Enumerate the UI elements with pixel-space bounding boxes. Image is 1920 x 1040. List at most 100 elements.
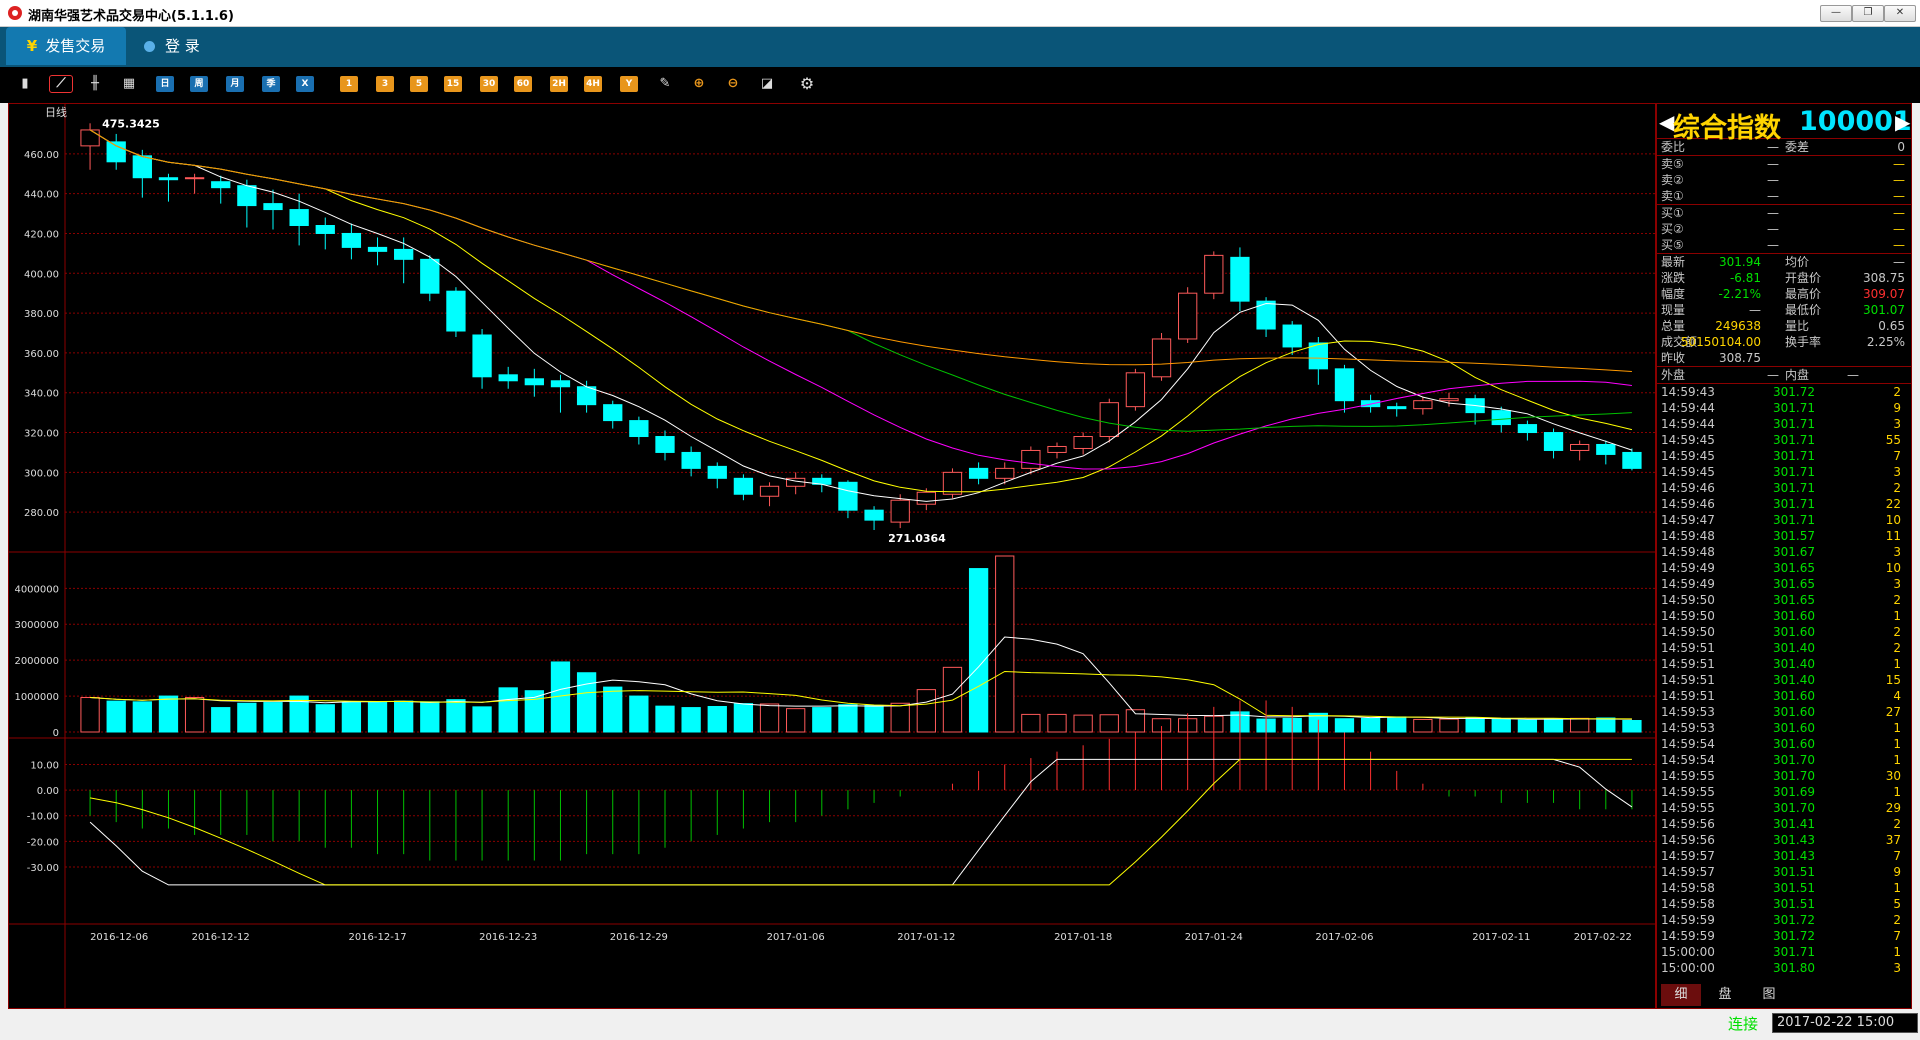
volume-bar [1491, 718, 1511, 733]
macd-dea-line [90, 758, 1632, 886]
candle [1099, 402, 1119, 438]
tick-row: 14:59:51 301.40 15 [1657, 672, 1911, 688]
tab-detail[interactable]: 细 [1661, 984, 1701, 1006]
calendar-icon[interactable]: ▦ [120, 76, 138, 92]
period-x[interactable]: X [296, 76, 314, 92]
volume-bar [916, 689, 936, 733]
kline-chart[interactable]: 460.00 440.00 420.00 400.00 380.00 360.00 340.… [8, 103, 1656, 1009]
macd-dif-line [89, 758, 1633, 886]
volume-tick-label: 3000000 [14, 620, 59, 631]
period-month[interactable]: 月 [226, 76, 244, 92]
bar-chart-icon[interactable]: ▮ [16, 76, 34, 92]
zoom-out-icon[interactable]: ⊖ [724, 76, 742, 92]
candle [1387, 406, 1407, 410]
neipan-value: — [1847, 368, 1859, 382]
date-tick-label: 2017-01-24 [1185, 932, 1243, 943]
tick-row: 14:59:50 301.60 1 [1657, 608, 1911, 624]
status-datetime: 2017-02-22 15:00 [1772, 1013, 1918, 1033]
stat-value-2: 0.65 [1878, 319, 1905, 333]
line-chart-icon[interactable]: ⟋ [49, 75, 73, 93]
candle [1125, 372, 1146, 408]
year[interactable]: Y [620, 76, 638, 92]
date-tick-label: 2017-02-11 [1472, 932, 1530, 943]
tick-tabs: 细 盘 图 [1659, 984, 1909, 1006]
candle [289, 209, 309, 226]
menu-sale-trading[interactable]: ¥ 发售交易 [6, 27, 126, 65]
tick-row: 14:59:55 301.70 30 [1657, 768, 1911, 784]
tick-volume: 1 [1893, 721, 1901, 735]
weicha-value: 0 [1897, 140, 1905, 154]
macd-tick-label: -10.00 [27, 812, 59, 823]
period-week[interactable]: 周 [190, 76, 208, 92]
hour-4[interactable]: 4H [584, 76, 602, 92]
stat-label-2: 量比 [1785, 319, 1810, 333]
stat-label-2: 换手率 [1785, 335, 1822, 349]
tick-row: 14:59:55 301.69 1 [1657, 784, 1911, 800]
minute-30[interactable]: 30 [480, 76, 498, 92]
candle-chart-icon[interactable]: ╫ [86, 76, 104, 92]
candle [1178, 292, 1198, 340]
restore-button[interactable]: ❐ [1852, 5, 1884, 22]
volume-bar [655, 705, 675, 733]
price-tick-label: 440.00 [24, 190, 59, 201]
minute-1[interactable]: 1 [340, 76, 358, 92]
status-bar: 连接 2017-02-22 15:00 [1720, 1010, 1918, 1036]
tick-volume: 11 [1885, 529, 1901, 543]
tick-time: 14:59:55 [1661, 785, 1715, 799]
ma10-line [89, 129, 1633, 493]
next-arrow-icon[interactable]: ▶ [1895, 110, 1910, 134]
candle [420, 258, 440, 294]
tick-row: 14:59:48 301.67 3 [1657, 544, 1911, 560]
macd-tick-label: -30.00 [27, 863, 59, 874]
minute-60[interactable]: 60 [514, 76, 532, 92]
tick-volume: 7 [1893, 449, 1901, 463]
chart-canvas[interactable]: 460.00 440.00 420.00 400.00 380.00 360.00 340.… [9, 104, 1655, 1008]
period-day[interactable]: 日 [156, 76, 174, 92]
cross-icon[interactable]: ✎ [656, 76, 674, 92]
volume-bar [394, 700, 414, 733]
volume-bar [1360, 717, 1381, 733]
stat-value-2: — [1893, 255, 1905, 269]
minute-5[interactable]: 5 [410, 76, 428, 92]
minute-3[interactable]: 3 [376, 76, 394, 92]
hour-2[interactable]: 2H [550, 76, 568, 92]
volume-bar [498, 687, 518, 733]
tick-volume: 15 [1885, 673, 1901, 687]
max-price-label: 475.3425 [102, 117, 160, 130]
tab-book[interactable]: 盘 [1705, 984, 1745, 1006]
tick-time: 14:59:49 [1661, 561, 1715, 575]
candle [211, 181, 231, 189]
candle [968, 467, 989, 479]
volume-tick-label: 2000000 [14, 656, 59, 667]
quote-panel: ◀ 综合指数 100001 ▶ 委比 — 委差 0 卖⑤ — — 卖② — — 卖① — — 买① — — 买②… [1656, 103, 1912, 1009]
close-button[interactable]: ✕ [1884, 5, 1916, 22]
tick-row: 15:00:00 301.71 1 [1657, 944, 1911, 960]
volume-bar [1543, 718, 1564, 733]
tick-price: 301.71 [1773, 417, 1815, 431]
zoom-in-icon[interactable]: ⊕ [690, 76, 708, 92]
period-quarter[interactable]: 季 [262, 76, 280, 92]
draw-icon[interactable]: ◪ [758, 76, 776, 92]
minute-15[interactable]: 15 [444, 76, 462, 92]
tick-volume: 9 [1893, 401, 1901, 415]
tab-chart[interactable]: 图 [1749, 984, 1789, 1006]
menu-login[interactable]: 登 录 [144, 27, 200, 65]
sell-vol: — [1893, 173, 1905, 187]
stat-value: — [1749, 303, 1761, 317]
candle [80, 129, 100, 147]
tick-row: 14:59:46 301.71 22 [1657, 496, 1911, 512]
settings-icon[interactable]: ⚙ [798, 76, 816, 92]
tick-time: 14:59:43 [1661, 385, 1715, 399]
candle [995, 467, 1015, 479]
tick-row: 14:59:44 301.71 9 [1657, 400, 1911, 416]
minimize-button[interactable]: — [1820, 5, 1852, 22]
tick-row: 14:59:56 301.43 37 [1657, 832, 1911, 848]
stat-row: 幅度 -2.21% 最高价 309.07 [1657, 286, 1911, 302]
tick-volume: 10 [1885, 513, 1901, 527]
macd-tick-label: 10.00 [30, 760, 59, 771]
tick-price: 301.72 [1773, 913, 1815, 927]
tick-time: 14:59:55 [1661, 801, 1715, 815]
tick-time: 14:59:47 [1661, 513, 1715, 527]
sell-label: 卖② [1661, 173, 1684, 187]
buy-vol: — [1893, 206, 1905, 220]
